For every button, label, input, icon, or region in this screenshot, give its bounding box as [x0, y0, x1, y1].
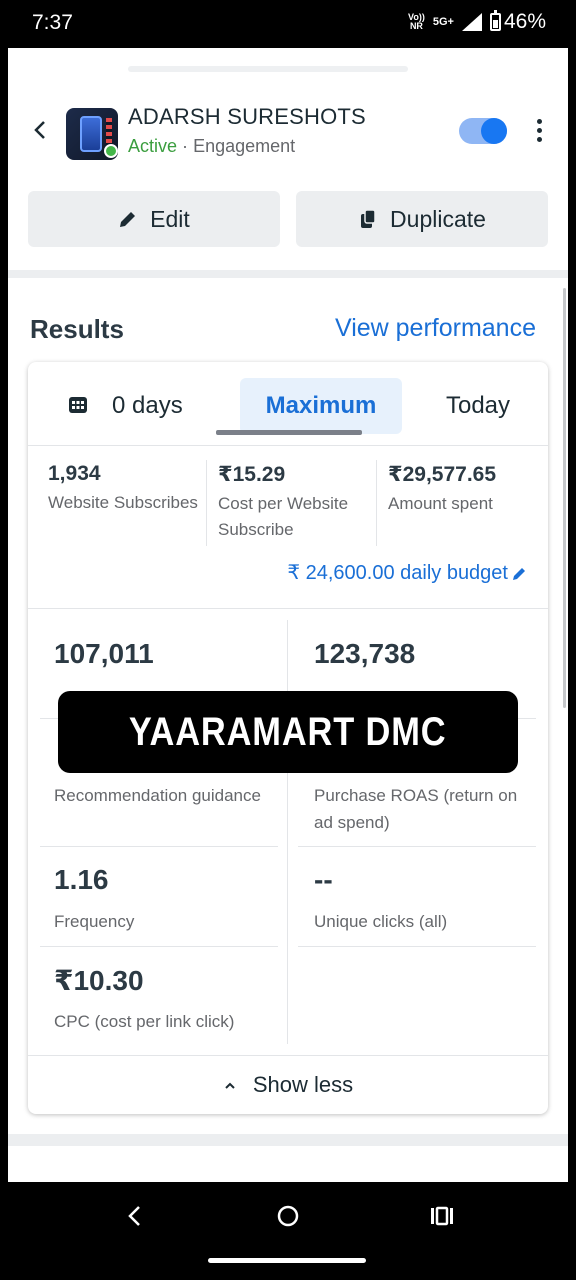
grid-column-divider [287, 620, 288, 1044]
metric-cpc-value: ₹10.30 [54, 965, 144, 996]
metric-label: Amount spent [388, 494, 493, 513]
pencil-icon [513, 567, 525, 580]
metric-amount-spent: ₹29,577.65 Amount spent [388, 462, 538, 517]
section-divider [28, 608, 548, 609]
edit-button[interactable]: Edit [28, 191, 280, 247]
metric-impressions-value: 123,738 [314, 638, 416, 669]
campaign-subtitle: Active · Engagement [128, 136, 295, 157]
battery-icon [489, 10, 501, 31]
campaign-header: ADARSH SURESHOTS Active · Engagement [8, 100, 568, 164]
network-type: 5G+ [432, 16, 454, 28]
subtitle-separator: · [182, 136, 189, 156]
tab-scroll-indicator [216, 430, 362, 435]
metric-frequency-value: 1.16 [54, 864, 109, 895]
metric-unique-clicks-value: -- [314, 864, 333, 895]
metric-unique-clicks-label: Unique clicks (all) [314, 912, 448, 931]
daily-budget-text: ₹ 24,600.00 daily budget [287, 562, 508, 584]
cell-divider [40, 846, 278, 847]
cell-divider [298, 846, 536, 847]
summary-metrics: 1,934 Website Subscribes ₹15.29 Cost per… [28, 446, 548, 556]
campaign-objective: Engagement [193, 136, 296, 156]
metric-frequency-label: Frequency [54, 912, 135, 931]
back-button[interactable] [28, 116, 52, 144]
duplicate-label: Duplicate [390, 205, 486, 232]
tab-maximum[interactable]: Maximum [240, 378, 402, 434]
chevron-up-icon [225, 1082, 235, 1089]
more-vert-icon[interactable] [528, 114, 550, 146]
daily-budget-link[interactable]: ₹ 24,600.00 daily budget [287, 560, 528, 585]
metric-recommendation-label: Recommendation guidance [54, 786, 261, 805]
signal-icon [461, 13, 482, 31]
metric-value: 1,934 [48, 462, 101, 485]
watermark-banner: YAARAMART DMC [58, 691, 518, 773]
metric-label: Cost per Website Subscribe [218, 494, 349, 539]
faded-header-remnant [128, 66, 408, 72]
show-less-button[interactable]: Show less [28, 1056, 548, 1114]
show-less-label: Show less [252, 1072, 354, 1097]
avatar-phone-graphic [80, 116, 102, 152]
metric-divider [206, 460, 207, 546]
metric-divider [376, 460, 377, 546]
date-range-tabs: 0 days Maximum Today [28, 362, 548, 446]
duplicate-button[interactable]: Duplicate [296, 191, 548, 247]
section-divider [8, 270, 568, 278]
status-icons: Vo)) NR 5G+ 46% [408, 10, 546, 34]
nav-back-icon[interactable] [114, 1200, 154, 1232]
tab-days[interactable]: 0 days [112, 378, 202, 434]
metric-website-subscribes: 1,934 Website Subscribes [48, 462, 198, 516]
battery-indicator: 46% [489, 10, 546, 34]
scrollbar[interactable] [563, 288, 566, 708]
cell-divider [298, 946, 536, 947]
copy-icon [361, 209, 376, 228]
action-row: Edit Duplicate [28, 191, 548, 247]
results-title: Results [30, 314, 124, 344]
app-screen: ADARSH SURESHOTS Active · Engagement Edi… [8, 48, 568, 1182]
metric-roas-label: Purchase ROAS (return on ad spend) [314, 786, 518, 832]
system-nav-bar [0, 1182, 576, 1280]
toggle-knob [481, 118, 507, 144]
metric-value: ₹29,577.65 [388, 463, 497, 486]
status-time: 7:37 [32, 11, 73, 34]
nav-recents-icon[interactable] [420, 1200, 460, 1232]
view-performance-link[interactable]: View performance [335, 314, 536, 343]
nr-label: NR [409, 21, 423, 31]
back-icon [34, 121, 45, 139]
status-bar: 7:37 Vo)) NR 5G+ 46% [0, 0, 576, 48]
campaign-status: Active [128, 136, 178, 156]
watermark-text: YAARAMART DMC [129, 709, 447, 754]
tab-today[interactable]: Today [428, 378, 528, 434]
campaign-name: ADARSH SURESHOTS [128, 104, 366, 129]
metric-value: ₹15.29 [218, 463, 286, 486]
edit-label: Edit [150, 205, 190, 232]
pencil-icon [120, 212, 136, 227]
metric-cost-per-subscribe: ₹15.29 Cost per Website Subscribe [218, 462, 368, 543]
metric-reach-value: 107,011 [54, 638, 154, 669]
metric-cpc-label: CPC (cost per link click) [54, 1012, 235, 1031]
cell-divider [40, 946, 278, 947]
volte-indicator: Vo)) NR [408, 13, 425, 31]
gesture-handle[interactable] [208, 1258, 366, 1263]
metric-label: Website Subscribes [48, 493, 198, 512]
calendar-icon[interactable] [68, 396, 88, 414]
nav-home-icon[interactable] [268, 1200, 308, 1232]
battery-percent: 46% [503, 10, 546, 33]
active-status-dot [104, 144, 118, 158]
campaign-toggle[interactable] [459, 118, 507, 144]
section-divider [8, 1134, 568, 1146]
